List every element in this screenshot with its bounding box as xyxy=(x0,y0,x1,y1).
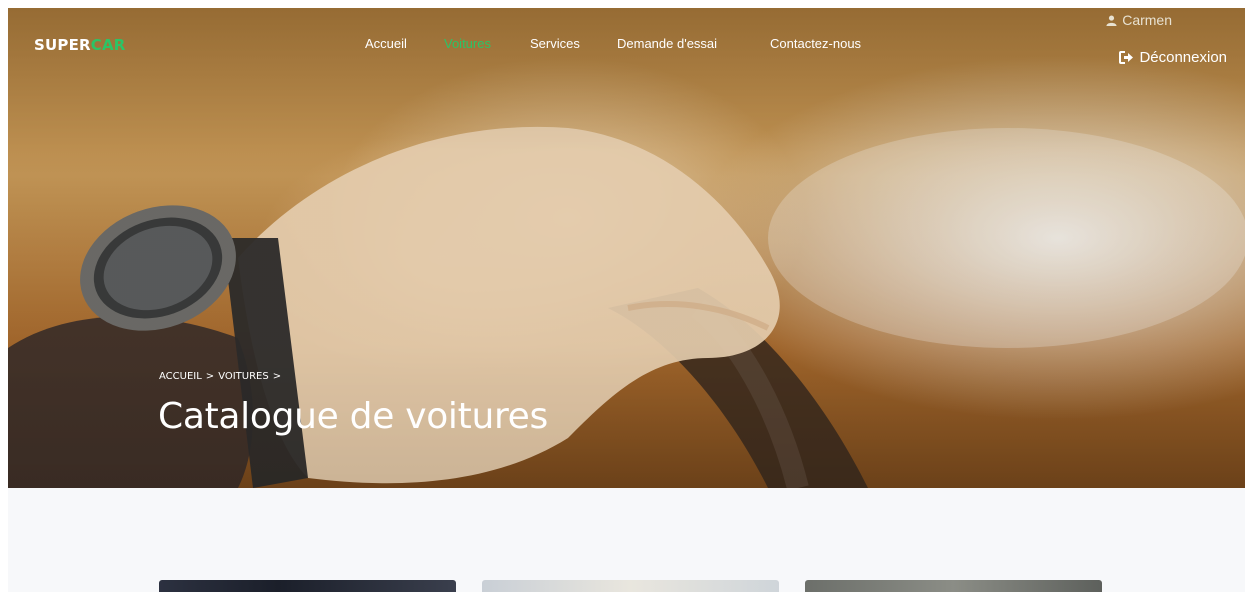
breadcrumb: ACCUEIL > VOITURES > xyxy=(159,371,281,382)
car-catalog-section xyxy=(8,488,1245,592)
car-card[interactable] xyxy=(805,580,1102,592)
brand-logo-part2: CAR xyxy=(90,36,126,54)
logout-link[interactable]: Déconnexion xyxy=(1119,49,1227,66)
nav-link-demande-essai[interactable]: Demande d'essai xyxy=(617,36,717,51)
breadcrumb-item-voitures[interactable]: VOITURES xyxy=(218,371,269,382)
logout-label: Déconnexion xyxy=(1139,49,1227,66)
user-icon xyxy=(1106,15,1117,26)
user-name: Carmen xyxy=(1122,12,1172,28)
car-card[interactable] xyxy=(482,580,779,592)
sign-out-icon xyxy=(1119,51,1134,64)
nav-link-voitures[interactable]: Voitures xyxy=(444,36,491,51)
brand-logo[interactable]: SUPERCAR xyxy=(34,36,126,54)
breadcrumb-separator: > xyxy=(272,371,282,382)
breadcrumb-item-accueil[interactable]: ACCUEIL xyxy=(159,371,202,382)
nav-link-accueil[interactable]: Accueil xyxy=(365,36,407,51)
brand-logo-part1: SUPER xyxy=(34,36,91,54)
user-menu[interactable]: Carmen xyxy=(1106,12,1172,28)
page-title: Catalogue de voitures xyxy=(158,396,548,437)
nav-link-services[interactable]: Services xyxy=(530,36,580,51)
nav-link-contact[interactable]: Contactez-nous xyxy=(770,36,861,51)
top-navbar: SUPERCAR Accueil Voitures Services Deman… xyxy=(0,0,1245,80)
car-card[interactable] xyxy=(159,580,456,592)
breadcrumb-separator: > xyxy=(205,371,215,382)
